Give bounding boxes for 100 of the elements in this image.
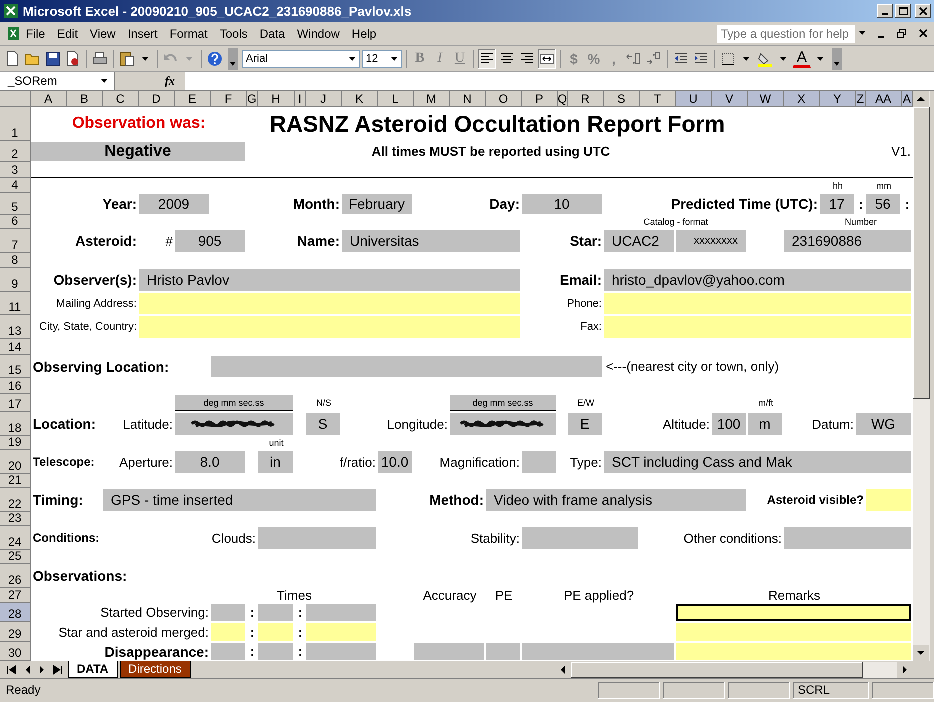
menu-item[interactable]: Edit bbox=[51, 24, 84, 42]
value-cell[interactable] bbox=[522, 451, 556, 473]
input-cell[interactable] bbox=[306, 623, 376, 641]
column-header[interactable]: C bbox=[103, 91, 139, 107]
value-cell[interactable] bbox=[522, 527, 638, 549]
value-cell[interactable]: 17 bbox=[820, 194, 854, 214]
row-header[interactable]: 27 bbox=[0, 588, 31, 603]
value-cell[interactable] bbox=[784, 527, 911, 549]
value-cell[interactable]: in bbox=[258, 451, 293, 473]
workbook-icon[interactable] bbox=[6, 24, 20, 42]
close-icon[interactable] bbox=[919, 29, 928, 38]
menu-item[interactable]: Format bbox=[164, 24, 214, 42]
toolbar-options-icon[interactable] bbox=[832, 48, 842, 70]
caret-icon[interactable] bbox=[859, 31, 867, 36]
last-sheet-icon[interactable] bbox=[52, 664, 64, 674]
value-cell[interactable] bbox=[522, 643, 674, 660]
value-cell[interactable]: 10 bbox=[522, 194, 602, 214]
row-header[interactable]: 8 bbox=[0, 253, 31, 268]
row-header[interactable]: 21 bbox=[0, 474, 31, 488]
restore-icon[interactable] bbox=[897, 28, 907, 38]
row-header[interactable]: 17 bbox=[0, 394, 31, 412]
input-cell[interactable] bbox=[139, 316, 520, 338]
column-header[interactable]: B bbox=[67, 91, 103, 107]
caret-icon[interactable] bbox=[817, 56, 824, 60]
column-header[interactable]: T bbox=[640, 91, 676, 107]
column-header[interactable]: D bbox=[139, 91, 175, 107]
menu-item[interactable]: View bbox=[84, 24, 122, 42]
value-cell[interactable] bbox=[306, 643, 376, 660]
alignment-button[interactable] bbox=[478, 48, 496, 68]
increase-decimal-icon[interactable] bbox=[626, 50, 642, 66]
row-header[interactable]: 7 bbox=[0, 229, 31, 253]
value-cell[interactable]: 8.0 bbox=[175, 451, 245, 473]
input-cell[interactable] bbox=[866, 489, 911, 511]
row-header[interactable]: 2 bbox=[0, 141, 31, 162]
row-header[interactable]: 15 bbox=[0, 355, 31, 378]
column-header[interactable]: Z bbox=[856, 91, 866, 107]
function-label[interactable]: fx bbox=[115, 72, 185, 90]
caret-icon[interactable] bbox=[743, 56, 750, 60]
column-header[interactable]: S bbox=[604, 91, 640, 107]
row-header[interactable]: 18 bbox=[0, 412, 31, 436]
value-cell[interactable] bbox=[414, 643, 484, 660]
column-header[interactable]: K bbox=[342, 91, 378, 107]
value-cell[interactable] bbox=[258, 604, 293, 621]
row-header[interactable]: 26 bbox=[0, 564, 31, 588]
menu-item[interactable]: Tools bbox=[214, 24, 254, 42]
value-cell[interactable] bbox=[211, 356, 602, 377]
input-cell[interactable] bbox=[604, 316, 911, 338]
font-color-button[interactable]: A bbox=[793, 50, 811, 68]
minimize-button[interactable] bbox=[877, 4, 893, 18]
row-header[interactable]: 3 bbox=[0, 162, 31, 178]
column-header[interactable]: G bbox=[247, 91, 258, 107]
column-header[interactable]: I bbox=[295, 91, 306, 107]
sheet-tab[interactable]: DATA bbox=[68, 661, 118, 678]
value-cell[interactable] bbox=[258, 643, 293, 660]
caret-icon[interactable] bbox=[142, 56, 149, 60]
input-cell[interactable] bbox=[604, 293, 911, 314]
row-header[interactable]: 22 bbox=[0, 488, 31, 512]
column-header[interactable]: J bbox=[306, 91, 342, 107]
menu-item[interactable]: Help bbox=[346, 24, 383, 42]
value-cell[interactable] bbox=[211, 604, 245, 621]
row-header[interactable]: 1 bbox=[0, 107, 31, 141]
row-header[interactable]: 25 bbox=[0, 550, 31, 564]
value-cell[interactable]: hristo_dpavlov@yahoo.com bbox=[604, 269, 911, 291]
value-cell[interactable]: m bbox=[748, 413, 782, 435]
column-header[interactable]: E bbox=[175, 91, 211, 107]
select-all-button[interactable] bbox=[0, 91, 31, 107]
column-header[interactable]: U bbox=[676, 91, 712, 107]
alignment-button[interactable] bbox=[538, 48, 556, 68]
column-header[interactable]: H bbox=[258, 91, 295, 107]
new-document-icon[interactable] bbox=[5, 50, 21, 66]
column-header[interactable]: P bbox=[522, 91, 558, 107]
value-cell[interactable]: Hristo Pavlov bbox=[139, 269, 520, 291]
value-cell[interactable]: Negative bbox=[31, 142, 245, 161]
value-cell[interactable]: 56 bbox=[866, 194, 900, 214]
column-header[interactable]: A bbox=[31, 91, 67, 107]
column-header[interactable]: F bbox=[211, 91, 247, 107]
column-header[interactable]: R bbox=[568, 91, 604, 107]
column-header[interactable]: Q bbox=[558, 91, 568, 107]
document-permission-icon[interactable] bbox=[65, 50, 81, 66]
value-cell[interactable]: GPS - time inserted bbox=[103, 489, 376, 511]
column-header[interactable]: M bbox=[414, 91, 450, 107]
menu-item[interactable]: Data bbox=[254, 24, 292, 42]
previous-sheet-icon[interactable] bbox=[24, 664, 32, 674]
row-header[interactable]: 11 bbox=[0, 292, 31, 315]
value-cell[interactable]: February bbox=[342, 194, 412, 214]
column-header[interactable]: L bbox=[378, 91, 414, 107]
row-header[interactable]: 16 bbox=[0, 378, 31, 394]
input-cell[interactable] bbox=[211, 623, 245, 641]
row-header[interactable]: 23 bbox=[0, 512, 31, 526]
row-header[interactable]: 9 bbox=[0, 268, 31, 292]
value-cell[interactable] bbox=[486, 643, 520, 660]
help-search-field[interactable]: Type a question for help bbox=[717, 24, 855, 42]
column-header[interactable]: N bbox=[450, 91, 486, 107]
font-dropdown[interactable]: Arial bbox=[242, 50, 360, 68]
value-cell[interactable]: 231690886 bbox=[784, 230, 911, 252]
row-header[interactable]: 13 bbox=[0, 315, 31, 339]
value-cell[interactable]: Video with frame analysis bbox=[486, 489, 746, 511]
row-header[interactable]: 14 bbox=[0, 339, 31, 355]
row-header[interactable]: 4 bbox=[0, 178, 31, 193]
row-header[interactable]: 20 bbox=[0, 450, 31, 474]
